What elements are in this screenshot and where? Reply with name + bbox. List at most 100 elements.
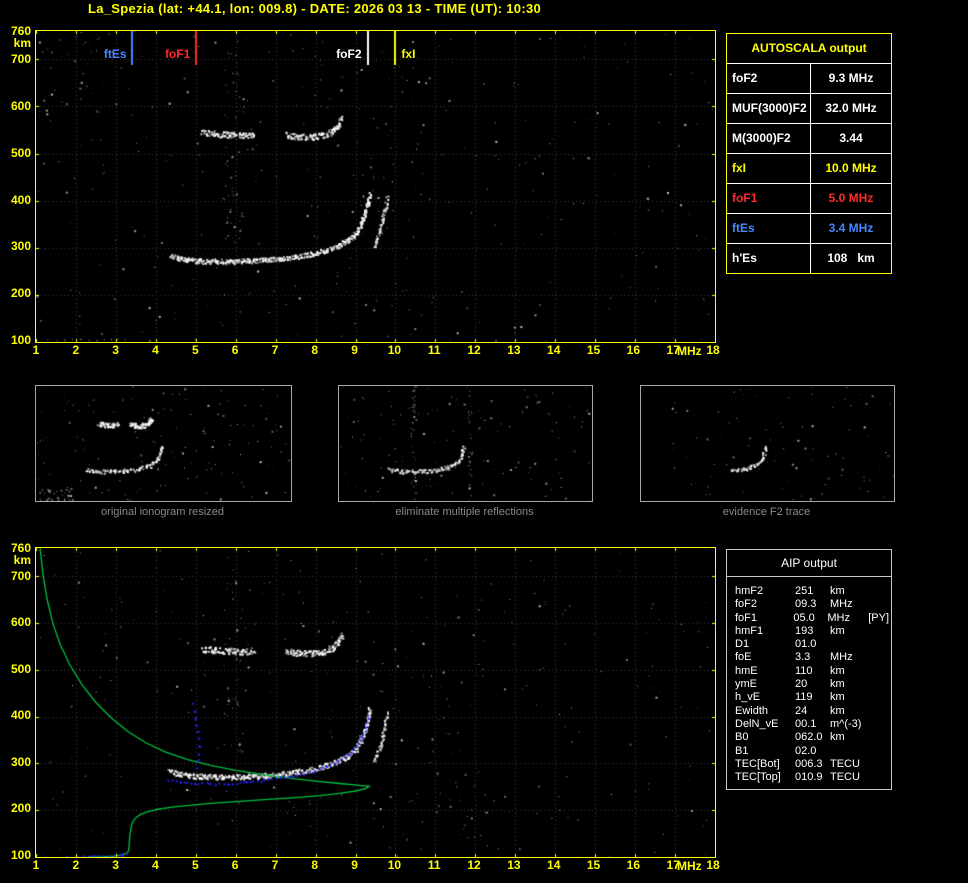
x-tick-label: 6: [231, 343, 239, 357]
autoscala-screen: La_Spezia (lat: +44.1, lon: 009.8) - DAT…: [0, 0, 968, 883]
aip-row-label: DelN_vE: [735, 717, 779, 730]
aip-rows: hmF2 251 km foF2 09.3 MHz foF1 05.0 MHz [PY] hmF1 1…: [727, 577, 891, 784]
autoscala-row-value: 108 km: [827, 251, 875, 265]
aip-row-note: [872, 705, 889, 718]
aip-row-label: foE: [735, 651, 752, 664]
aip-row-value: 006.3: [795, 757, 823, 770]
aip-row-value: 3.3: [795, 651, 811, 664]
aip-row-value: 110: [795, 664, 813, 677]
autoscala-table-row: fxI 10.0 MHz: [727, 154, 891, 184]
marker-label-fof1: foF1: [164, 47, 191, 61]
x-tick-label: 14: [547, 343, 561, 357]
aip-row-unit: MHz: [827, 611, 850, 624]
aip-row: hmF1 193 km: [735, 625, 889, 638]
aip-row-label: h_vE: [735, 691, 761, 704]
thumbnail-caption-original: original ionogram resized: [101, 506, 224, 518]
aip-row-note: [872, 691, 889, 704]
aip-row-note: [872, 745, 889, 758]
x-tick-label: 4: [152, 858, 159, 872]
bottom-ionogram-plot: [35, 547, 716, 858]
aip-row-value: 01.0: [795, 638, 817, 651]
x-tick-label: 9: [351, 343, 358, 357]
y-tick-label: 700: [10, 568, 31, 583]
aip-row-label: TEC[Bot]: [735, 757, 780, 770]
aip-row-unit: km: [830, 624, 845, 637]
thumbnail-original-ionogram: [35, 385, 292, 502]
autoscala-table-row: foF2 9.3 MHz: [727, 64, 891, 94]
aip-row-value: 193: [795, 624, 814, 637]
y-tick-label: 700: [10, 52, 31, 67]
y-tick-label: 500: [10, 145, 31, 160]
x-tick-label: 2: [72, 858, 80, 872]
x-tick-label: 3: [112, 343, 119, 357]
aip-row-value: 02.0: [795, 744, 817, 757]
x-tick-label: 1: [32, 858, 40, 872]
thumbnail-caption-reflections: eliminate multiple reflections: [395, 506, 534, 518]
aip-row-unit: km: [830, 704, 845, 717]
autoscala-table-row: h'Es 108 km: [727, 244, 891, 273]
y-tick-label: 200: [10, 286, 31, 301]
page-title: La_Spezia (lat: +44.1, lon: 009.8) - DAT…: [88, 1, 542, 16]
aip-row-note: [872, 731, 889, 744]
x-tick-label: 6: [231, 858, 239, 872]
autoscala-table-title: AUTOSCALA output: [727, 34, 891, 64]
bottom-ionogram-canvas: [36, 548, 715, 857]
aip-row-label: B0: [735, 731, 749, 744]
aip-row: foF1 05.0 MHz [PY]: [735, 612, 889, 625]
thumbnail-evidence-f2-trace: [640, 385, 895, 502]
x-tick-label: 18: [706, 343, 720, 357]
autoscala-row-value: 32.0 MHz: [825, 101, 877, 115]
aip-row: TEC[Top] 010.9 TECU: [735, 771, 889, 784]
x-tick-label: 5: [191, 343, 199, 357]
aip-row-note: [872, 585, 889, 598]
x-tick-label: 11: [427, 858, 441, 872]
x-tick-label: 4: [152, 343, 159, 357]
thumbnail-eliminate-reflections: [338, 385, 593, 502]
y-tick-label: 600: [10, 98, 31, 113]
autoscala-row-label: ftEs: [727, 214, 811, 243]
aip-row-note: [872, 638, 889, 651]
autoscala-table-row: foF1 5.0 MHz: [727, 184, 891, 214]
aip-row-note: [872, 718, 889, 731]
aip-row-unit: [830, 745, 872, 758]
aip-row-unit: km: [830, 678, 845, 691]
x-tick-label: 8: [311, 858, 319, 872]
aip-row-note: [872, 758, 889, 771]
aip-row: ymE 20 km: [735, 678, 889, 691]
y-axis-unit: km: [13, 36, 31, 50]
marker-label-fof2: foF2: [336, 47, 362, 61]
aip-row-label: B1: [735, 744, 749, 757]
x-tick-label: 13: [507, 858, 521, 872]
x-tick-label: 5: [191, 858, 199, 872]
aip-row-unit: MHz: [830, 598, 853, 611]
x-tick-label: 15: [586, 858, 601, 872]
y-tick-label: 600: [10, 615, 31, 630]
aip-row-value: 062.0: [795, 731, 823, 744]
autoscala-row-label: foF1: [727, 184, 811, 213]
aip-row: D1 01.0: [735, 638, 889, 651]
x-tick-label: 14: [547, 858, 561, 872]
x-tick-label: 1: [32, 343, 40, 357]
aip-row: Ewidth 24 km: [735, 705, 889, 718]
top-ionogram-plot: [35, 30, 716, 343]
y-tick-label: 300: [10, 754, 31, 769]
aip-row-note: [872, 598, 889, 611]
aip-row: foE 3.3 MHz: [735, 651, 889, 664]
autoscala-row-label: fxI: [727, 154, 811, 183]
thumbnail-evidence-f2-trace-canvas: [641, 386, 894, 501]
aip-output-panel: AIP output hmF2 251 km foF2 09.3 MHz foF1 05.0 MH…: [726, 549, 892, 790]
x-tick-label: 7: [271, 343, 279, 357]
autoscala-table-row: M(3000)F2 3.44: [727, 124, 891, 154]
x-tick-label: 7: [271, 858, 279, 872]
aip-row-label: hmE: [735, 664, 758, 677]
aip-row-label: foF2: [735, 598, 758, 611]
y-tick-label: 400: [10, 192, 31, 207]
autoscala-row-value: 10.0 MHz: [825, 161, 877, 175]
aip-row-unit: [830, 638, 872, 651]
aip-row: TEC[Bot] 006.3 TECU: [735, 758, 889, 771]
y-tick-label: 200: [10, 801, 31, 816]
aip-row-label: hmF2: [735, 585, 764, 597]
aip-row-label: foF1: [735, 611, 758, 624]
autoscala-table-row: MUF(3000)F2 32.0 MHz: [727, 94, 891, 124]
x-axis-unit: MHz: [677, 344, 702, 358]
